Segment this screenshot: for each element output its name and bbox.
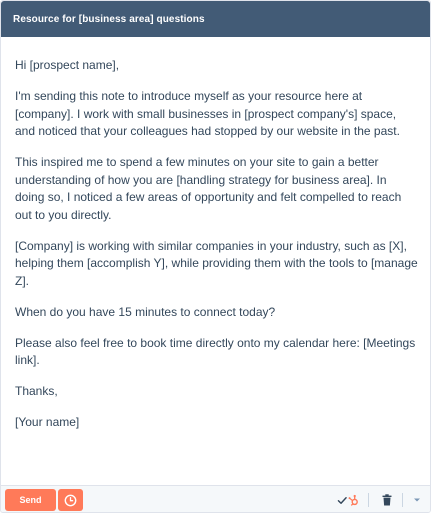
email-greeting: Hi [prospect name],: [15, 58, 120, 72]
clock-icon: [64, 494, 77, 506]
schedule-send-button[interactable]: [58, 489, 83, 511]
email-signature: [Your name]: [15, 415, 80, 429]
toolbar-divider: [402, 493, 403, 507]
checkmark-icon: [337, 496, 347, 504]
hubspot-sprocket-icon: [348, 494, 358, 506]
trash-icon: [382, 494, 392, 506]
caret-down-icon: [414, 498, 420, 502]
email-paragraph-meeting: Please also feel free to book time direc…: [15, 335, 416, 368]
email-paragraph-question: When do you have 15 minutes to connect t…: [15, 304, 276, 319]
email-body[interactable]: Hi [prospect name], I'm sending this not…: [15, 57, 419, 445]
email-template-window: Resource for [business area] questions H…: [0, 0, 431, 513]
email-subject-title: Resource for [business area] questions: [13, 14, 205, 25]
email-signoff: Thanks,: [15, 384, 58, 398]
email-paragraph-intro: I'm sending this note to introduce mysel…: [15, 89, 400, 138]
composer-footer: Send: [1, 485, 430, 512]
email-paragraph-research: This inspired me to spend a few minutes …: [15, 155, 402, 222]
track-email-toggle[interactable]: [337, 492, 359, 508]
toolbar-divider: [368, 493, 369, 507]
email-paragraph-value: [Company] is working with similar compan…: [15, 238, 418, 288]
more-options-dropdown[interactable]: [411, 492, 423, 508]
send-button[interactable]: Send: [5, 489, 56, 511]
title-bar: Resource for [business area] questions: [1, 1, 430, 37]
delete-button[interactable]: [380, 492, 394, 508]
